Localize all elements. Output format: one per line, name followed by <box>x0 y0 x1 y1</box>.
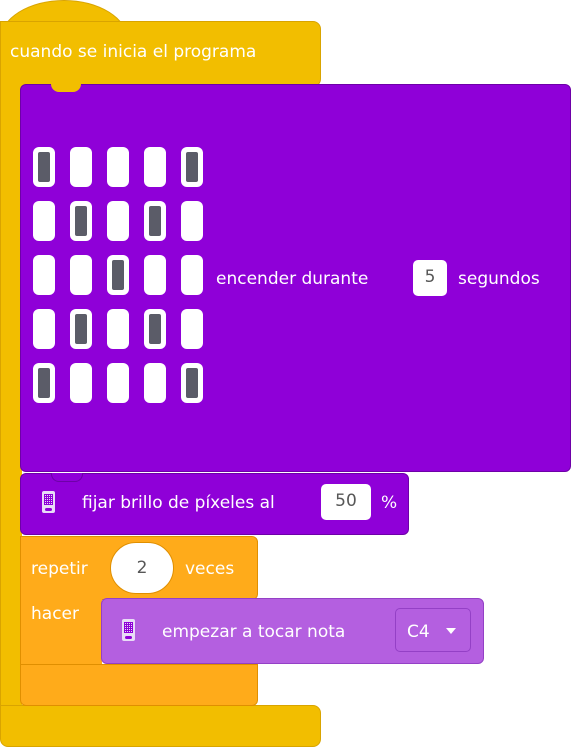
led-cell[interactable] <box>144 201 166 241</box>
hat-block-spine <box>0 60 22 720</box>
led-cell[interactable] <box>107 255 129 295</box>
led-cell[interactable] <box>70 363 92 403</box>
led-cell[interactable] <box>33 309 55 349</box>
block-notch <box>51 473 83 482</box>
led-cell[interactable] <box>181 309 203 349</box>
led-cell[interactable] <box>144 255 166 295</box>
play-note-label: empezar a tocar nota <box>162 622 346 642</box>
led-cell[interactable] <box>33 363 55 403</box>
led-cell[interactable] <box>107 363 129 403</box>
led-cell[interactable] <box>144 309 166 349</box>
led-cell[interactable] <box>144 147 166 187</box>
led-cell[interactable] <box>70 309 92 349</box>
led-cell[interactable] <box>33 255 55 295</box>
led-cell[interactable] <box>33 147 55 187</box>
led-cell[interactable] <box>181 147 203 187</box>
block-notch <box>51 84 81 92</box>
repeat-block-bottom <box>20 664 258 706</box>
repeat-do-label: hacer <box>31 604 79 624</box>
brightness-input[interactable]: 50 <box>321 484 371 520</box>
led-cell[interactable] <box>107 147 129 187</box>
led-cell[interactable] <box>70 201 92 241</box>
led-cell[interactable] <box>33 201 55 241</box>
show-leds-label-after: segundos <box>458 269 540 289</box>
duration-input[interactable]: 5 <box>413 260 447 296</box>
led-cell[interactable] <box>144 363 166 403</box>
led-on-indicator <box>75 206 87 236</box>
led-cell[interactable] <box>181 201 203 241</box>
led-on-indicator <box>149 206 161 236</box>
led-cell[interactable] <box>107 201 129 241</box>
led-cell[interactable] <box>181 255 203 295</box>
led-on-indicator <box>186 368 198 398</box>
led-cell[interactable] <box>107 309 129 349</box>
repeat-times-input[interactable]: 2 <box>110 542 174 594</box>
set-brightness-label: fijar brillo de píxeles al <box>82 493 275 513</box>
microbit-icon <box>122 619 135 641</box>
repeat-label: repetir <box>31 559 88 579</box>
led-cell[interactable] <box>70 147 92 187</box>
led-on-indicator <box>186 152 198 182</box>
brightness-unit: % <box>381 493 398 513</box>
led-cell[interactable] <box>70 255 92 295</box>
led-on-indicator <box>38 368 50 398</box>
triangle-down-icon <box>446 628 456 634</box>
hat-block-bottom <box>0 705 321 747</box>
led-on-indicator <box>75 314 87 344</box>
show-leds-label-before: encender durante <box>216 269 369 289</box>
hat-block-label: cuando se inicia el programa <box>10 42 257 62</box>
repeat-times-label: veces <box>185 559 235 579</box>
led-cell[interactable] <box>181 363 203 403</box>
led-on-indicator <box>112 260 124 290</box>
led-on-indicator <box>38 152 50 182</box>
microbit-icon <box>42 491 55 513</box>
note-dropdown-value: C4 <box>407 622 430 642</box>
led-on-indicator <box>149 314 161 344</box>
